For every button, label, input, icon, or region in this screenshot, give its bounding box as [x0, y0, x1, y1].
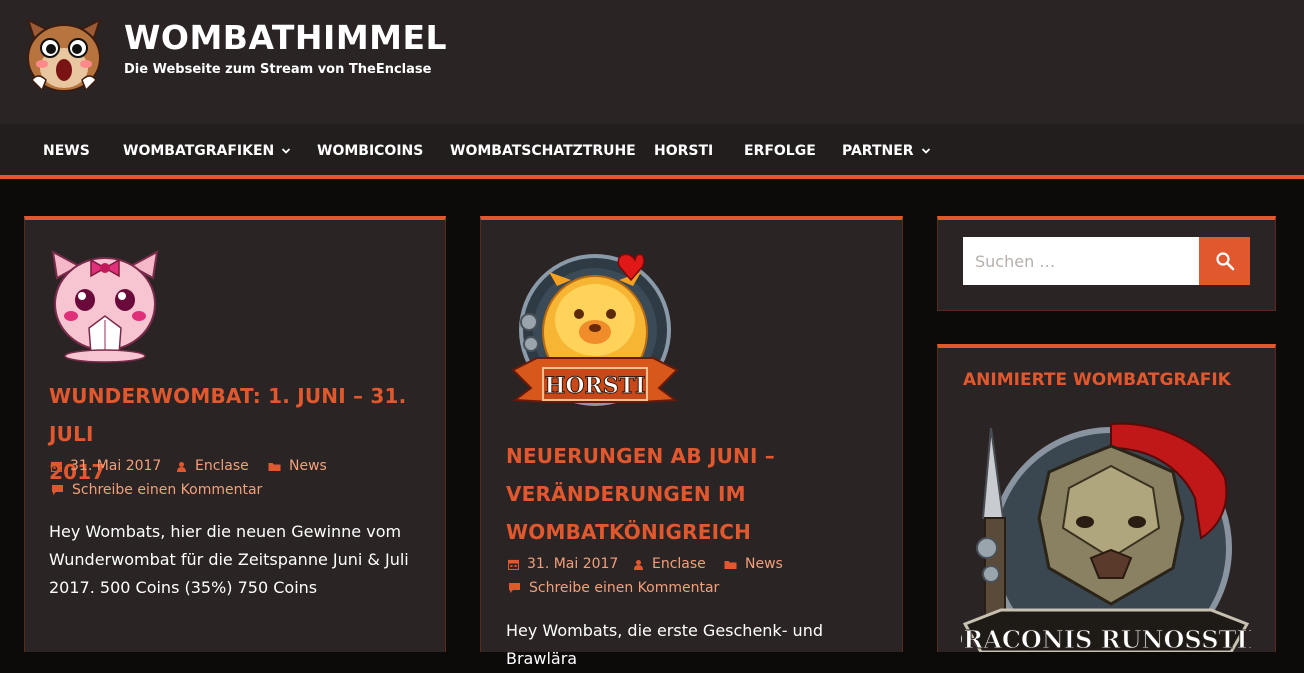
nav-item-wombatschatztruhe[interactable]: WOMBATSCHATZTRUHE: [450, 143, 636, 159]
post-category-label: News: [745, 556, 783, 572]
post-comments-link[interactable]: Schreibe einen Kommentar: [51, 482, 262, 498]
user-icon: [177, 461, 186, 472]
wombat-logo-icon[interactable]: [24, 18, 104, 94]
folder-icon: [268, 462, 281, 471]
post-date[interactable]: 31. Mai 2017: [51, 458, 161, 474]
chevron-down-icon: [282, 148, 291, 154]
post-comments-label: Schreibe einen Kommentar: [529, 580, 720, 596]
nav-item-label: WOMBICOINS: [317, 143, 424, 159]
draconis-wombat-image[interactable]: DRACONIS RUNOSSTIN: [961, 418, 1251, 652]
main-navigation: NEWS WOMBATGRAFIKEN WOMBICOINS WOMBATSCH…: [0, 124, 1304, 179]
post-excerpt-line: Hey Wombats, die erste Geschenk- und Bra…: [506, 621, 823, 668]
nav-item-news[interactable]: NEWS: [43, 143, 90, 159]
nav-item-label: WOMBATSCHATZTRUHE: [450, 143, 636, 159]
post-category[interactable]: News: [724, 556, 783, 572]
folder-icon: [724, 560, 737, 569]
nav-item-label: HORSTI: [654, 143, 714, 159]
post-excerpt: Hey Wombats, die erste Geschenk- und Bra…: [506, 617, 886, 673]
post-title-line: VERÄNDERUNGEN IM: [506, 482, 746, 506]
post-excerpt: Hey Wombats, hier die neuen Gewinne vom …: [49, 518, 429, 602]
post-excerpt-line: 2017. 500 Coins (35%) 750 Coins: [49, 578, 318, 597]
search-input[interactable]: [963, 237, 1199, 285]
post-category[interactable]: News: [268, 458, 327, 474]
post-title-line: NEUERUNGEN AB JUNI –: [506, 444, 775, 468]
horsti-badge-image[interactable]: HORSTI: [509, 250, 681, 416]
nav-item-horsti[interactable]: HORSTI: [654, 143, 713, 159]
post-comments-label: Schreibe einen Kommentar: [72, 482, 263, 498]
post-author-label: Enclase: [195, 458, 249, 474]
post-title-line: WUNDERWOMBAT: 1. JUNI – 31. JULI: [49, 384, 407, 446]
post-excerpt-line: Wunderwombat für die Zeitspanne Juni & J…: [49, 550, 409, 569]
post-date-label: 31. Mai 2017: [70, 458, 162, 474]
nav-item-label: NEWS: [43, 143, 90, 159]
calendar-icon: [508, 559, 519, 570]
comment-icon: [509, 583, 520, 593]
post-card: HORSTI NEUERUNGEN AB JUNI – VERÄNDERUNGE…: [480, 216, 903, 668]
site-title[interactable]: WOMBATHIMMEL: [124, 18, 447, 57]
nav-item-label: PARTNER: [842, 143, 914, 159]
widget-title: ANIMIERTE WOMBATGRAFIK: [963, 370, 1231, 390]
post-author[interactable]: Enclase: [176, 458, 249, 474]
post-excerpt-line: Hey Wombats, hier die neuen Gewinne vom: [49, 522, 402, 541]
user-icon: [634, 559, 643, 570]
post-category-label: News: [289, 458, 327, 474]
pink-wombat-image[interactable]: [49, 248, 161, 364]
post-author-label: Enclase: [652, 556, 706, 572]
search-icon: [1215, 252, 1234, 271]
post-author[interactable]: Enclase: [633, 556, 706, 572]
horsti-badge-label: HORSTI: [545, 373, 646, 399]
calendar-icon: [51, 461, 62, 472]
nav-item-wombatgrafiken[interactable]: WOMBATGRAFIKEN: [123, 143, 291, 159]
post-comments-link[interactable]: Schreibe einen Kommentar: [508, 580, 719, 596]
nav-item-label: ERFOLGE: [744, 143, 816, 159]
comment-icon: [52, 485, 63, 495]
site-description: Die Webseite zum Stream von TheEnclase: [124, 62, 432, 77]
nav-item-label: WOMBATGRAFIKEN: [123, 143, 275, 159]
post-date-label: 31. Mai 2017: [527, 556, 619, 572]
nav-item-erfolge[interactable]: ERFOLGE: [744, 143, 816, 159]
site-header: WOMBATHIMMEL Die Webseite zum Stream von…: [0, 0, 1304, 124]
search-button[interactable]: [1199, 237, 1250, 285]
chevron-down-icon: [921, 148, 930, 154]
nav-item-wombicoins[interactable]: WOMBICOINS: [317, 143, 423, 159]
post-card: WUNDERWOMBAT: 1. JUNI – 31. JULI 2017 31…: [24, 216, 446, 652]
post-title[interactable]: NEUERUNGEN AB JUNI – VERÄNDERUNGEN IM WO…: [506, 437, 886, 551]
nav-item-partner[interactable]: PARTNER: [842, 143, 931, 159]
post-title-line: WOMBATKÖNIGREICH: [506, 520, 752, 544]
post-date[interactable]: 31. Mai 2017: [508, 556, 618, 572]
draconis-label: DRACONIS RUNOSSTIN: [961, 625, 1251, 652]
